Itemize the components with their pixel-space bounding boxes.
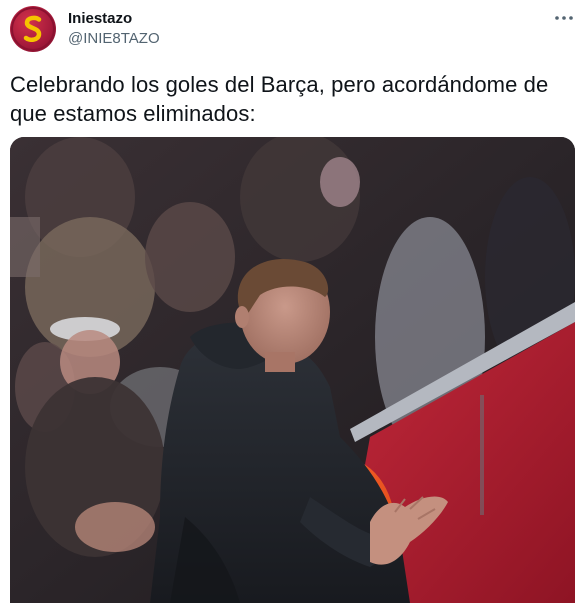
tweet-card: Iniestazo @INIE8TAZO Celebrando los gole… [0,0,588,603]
tweet-media[interactable] [10,137,575,603]
avatar-s-logo-icon [11,7,55,51]
media-video-frame [10,137,575,603]
author-name[interactable]: Iniestazo [68,10,132,28]
tweet-text: Celebrando los goles del Barça, pero aco… [10,72,549,126]
more-options-button[interactable] [548,4,580,32]
author-handle[interactable]: @INIE8TAZO [68,30,160,48]
more-options-icon [555,16,573,20]
author-avatar[interactable] [10,6,56,52]
